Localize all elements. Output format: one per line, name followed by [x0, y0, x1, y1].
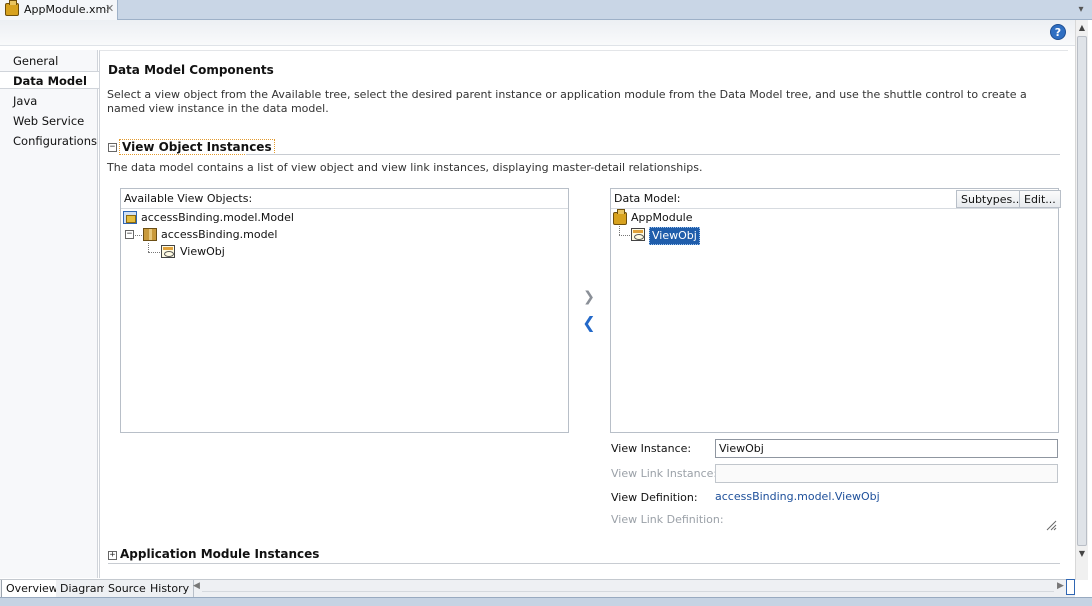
tab-overview[interactable]: Overview	[1, 580, 63, 598]
data-model-tree[interactable]: Data Model: Subtypes... Edit... AppModul…	[610, 188, 1061, 433]
view-definition-link[interactable]: accessBinding.model.ViewObj	[715, 490, 880, 503]
view-instance-label: View Instance:	[611, 442, 692, 455]
tree-node-label: ViewObj	[649, 227, 700, 245]
scroll-thumb[interactable]	[1077, 36, 1087, 546]
divider	[108, 563, 1060, 564]
tree-node[interactable]: − accessBinding.model	[123, 227, 423, 243]
view-object-instances-description: The data model contains a list of view o…	[107, 161, 703, 174]
scroll-up-icon[interactable]: ▲	[1076, 22, 1088, 34]
view-definition-label: View Definition:	[611, 491, 698, 504]
tree-node[interactable]: ViewObj	[631, 227, 831, 245]
data-model-header: Data Model: Subtypes... Edit...	[611, 189, 1061, 209]
tab-source[interactable]: Source	[104, 580, 151, 598]
tab-history[interactable]: History	[146, 580, 195, 598]
vertical-scrollbar[interactable]: ▲ ▼	[1075, 20, 1088, 580]
application-module-instances-header[interactable]: Application Module Instances	[120, 547, 319, 561]
page-title: Data Model Components	[108, 63, 274, 77]
editor-toolbar	[0, 20, 1075, 46]
package-folder-icon	[123, 211, 137, 224]
sidebar-item-web-service[interactable]: Web Service	[0, 112, 98, 130]
edit-button[interactable]: Edit...	[1019, 190, 1061, 208]
sidebar-item-data-model[interactable]: Data Model	[0, 71, 99, 89]
view-link-definition-label: View Link Definition:	[611, 513, 724, 526]
tree-node-label: accessBinding.model.Model	[141, 211, 294, 224]
scroll-down-icon[interactable]: ▼	[1076, 548, 1088, 560]
tree-node-label: accessBinding.model	[161, 228, 278, 241]
tree-node-label: AppModule	[631, 211, 693, 224]
collapse-toggle-icon[interactable]: −	[108, 143, 117, 152]
sidebar-item-configurations[interactable]: Configurations	[0, 132, 98, 150]
subtypes-button[interactable]: Subtypes...	[956, 190, 1028, 208]
status-bar	[0, 597, 1092, 606]
resize-grip-icon[interactable]	[1045, 519, 1057, 531]
available-view-objects-header: Available View Objects:	[121, 189, 568, 209]
view-link-instance-label: View Link Instance:	[611, 467, 718, 480]
view-instance-input[interactable]: ViewObj	[715, 439, 1058, 458]
tree-node-label: ViewObj	[180, 245, 225, 258]
page-description: Select a view object from the Available …	[107, 88, 1027, 115]
tree-node[interactable]: ViewObj	[161, 244, 361, 260]
app-module-icon	[613, 209, 627, 225]
view-object-icon	[161, 245, 175, 258]
tree-node[interactable]: AppModule	[612, 209, 812, 226]
scroll-right-icon[interactable]: ▶	[1057, 581, 1064, 591]
scroll-left-icon[interactable]: ◀	[193, 581, 200, 591]
scroll-corner	[1066, 579, 1075, 595]
expand-toggle-icon[interactable]: +	[108, 551, 117, 560]
horizontal-scrollbar[interactable]	[202, 583, 1054, 592]
shuttle-add-icon[interactable]: ❯	[583, 290, 595, 304]
expand-toggle-icon[interactable]: −	[125, 230, 134, 239]
shuttle-remove-icon[interactable]: ❮	[582, 315, 596, 331]
view-object-instances-header[interactable]: View Object Instances	[119, 139, 275, 155]
available-view-objects-label: Available View Objects:	[124, 192, 253, 205]
sidebar-item-general[interactable]: General	[0, 52, 98, 70]
available-view-objects-tree[interactable]: Available View Objects: accessBinding.mo…	[120, 188, 569, 433]
app-module-icon	[5, 0, 19, 16]
view-link-instance-input	[715, 464, 1058, 483]
tab-list-chevron-down-icon[interactable]: ▾	[1075, 4, 1087, 16]
editor-tab-strip	[0, 0, 1092, 20]
package-icon	[143, 228, 157, 241]
tree-node[interactable]: accessBinding.model.Model	[123, 210, 423, 226]
close-icon[interactable]: ✕	[105, 2, 114, 15]
help-icon[interactable]: ?	[1050, 24, 1066, 40]
sidebar-item-java[interactable]: Java	[0, 92, 98, 110]
divider	[246, 154, 1060, 155]
editor-tab-appmodule[interactable]: AppModule.xml ✕	[0, 0, 118, 21]
view-object-instance-icon	[631, 228, 645, 241]
editor-tab-title: AppModule.xml	[24, 3, 110, 16]
data-model-label: Data Model:	[614, 192, 681, 205]
sidebar-nav: General Data Model Java Web Service Conf…	[0, 50, 99, 578]
